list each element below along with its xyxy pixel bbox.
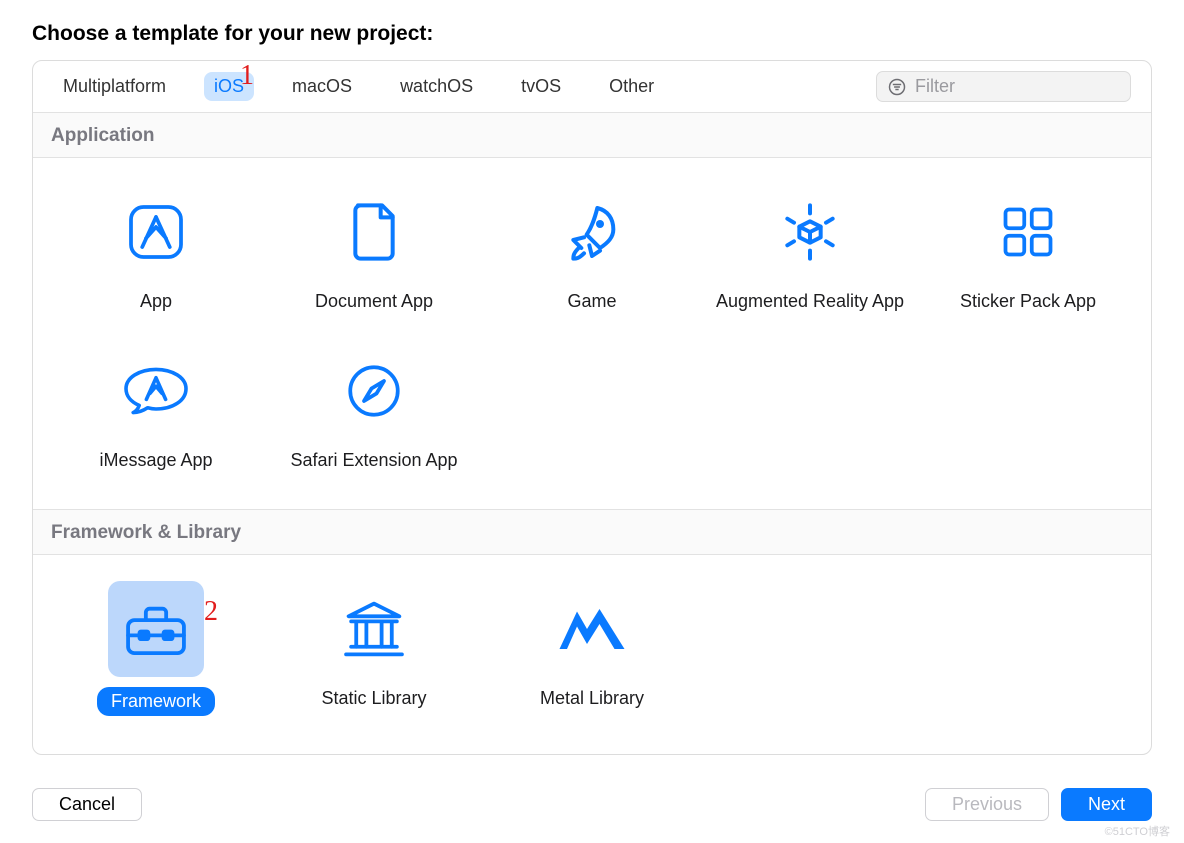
- app-icon: [126, 202, 186, 262]
- template-safari-ext-label: Safari Extension App: [290, 449, 457, 472]
- toolbox-icon: [123, 599, 189, 659]
- template-app[interactable]: App: [47, 176, 265, 321]
- imessage-icon: [120, 363, 192, 419]
- template-imessage-app[interactable]: iMessage App: [47, 335, 265, 480]
- template-safari-ext[interactable]: Safari Extension App: [265, 335, 483, 480]
- section-framework-header: Framework & Library: [33, 510, 1151, 555]
- metal-icon: [557, 602, 627, 656]
- template-framework[interactable]: Framework: [47, 573, 265, 724]
- template-metal-library[interactable]: Metal Library: [483, 573, 701, 724]
- tab-ios[interactable]: iOS: [204, 72, 254, 101]
- section-framework-body: Framework Static Library: [33, 555, 1151, 754]
- template-sticker-pack[interactable]: Sticker Pack App: [919, 176, 1137, 321]
- next-button[interactable]: Next: [1061, 788, 1152, 821]
- template-ar-app[interactable]: Augmented Reality App: [701, 176, 919, 321]
- template-static-library-label: Static Library: [321, 687, 426, 710]
- template-document-app[interactable]: Document App: [265, 176, 483, 321]
- previous-button: Previous: [925, 788, 1049, 821]
- tab-watchos[interactable]: watchOS: [390, 72, 483, 101]
- template-ar-app-label: Augmented Reality App: [716, 290, 904, 313]
- tab-other[interactable]: Other: [599, 72, 664, 101]
- arkit-icon: [778, 200, 842, 264]
- template-imessage-app-label: iMessage App: [99, 449, 212, 472]
- document-icon: [347, 200, 401, 264]
- section-application-body: App Document App: [33, 158, 1151, 510]
- tab-tvos[interactable]: tvOS: [511, 72, 571, 101]
- tab-macos[interactable]: macOS: [282, 72, 362, 101]
- grid-icon: [998, 202, 1058, 262]
- tab-multiplatform[interactable]: Multiplatform: [53, 72, 176, 101]
- footer: Cancel Previous Next: [32, 788, 1152, 821]
- page-title: Choose a template for your new project:: [32, 22, 1152, 46]
- template-app-label: App: [140, 290, 172, 313]
- template-game[interactable]: Game: [483, 176, 701, 321]
- template-document-app-label: Document App: [315, 290, 433, 313]
- filter-field[interactable]: [876, 71, 1131, 102]
- template-sticker-pack-label: Sticker Pack App: [960, 290, 1096, 313]
- section-application-header: Application: [33, 113, 1151, 158]
- template-panel: Multiplatform iOS macOS watchOS tvOS Oth…: [32, 60, 1152, 755]
- template-static-library[interactable]: Static Library: [265, 573, 483, 724]
- template-game-label: Game: [567, 290, 616, 313]
- platform-tabs: Multiplatform iOS macOS watchOS tvOS Oth…: [33, 61, 1151, 113]
- cancel-button[interactable]: Cancel: [32, 788, 142, 821]
- template-framework-label: Framework: [97, 687, 215, 716]
- filter-input[interactable]: [915, 76, 1120, 97]
- library-icon: [341, 598, 407, 660]
- template-metal-library-label: Metal Library: [540, 687, 644, 710]
- rocket-icon: [560, 200, 624, 264]
- watermark: ©51CTO博客: [1105, 823, 1170, 839]
- filter-icon: [887, 77, 907, 97]
- safari-icon: [344, 361, 404, 421]
